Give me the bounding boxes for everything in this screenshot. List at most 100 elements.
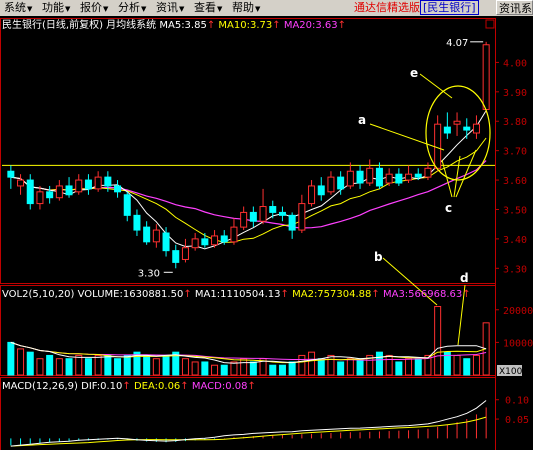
candle-up (405, 173, 413, 181)
dea-line (10, 416, 487, 447)
promo-stock[interactable]: [民生银行] (420, 0, 479, 15)
candle-up (55, 185, 63, 199)
menu-system[interactable]: 系统▼ (2, 1, 34, 15)
volume-bar (36, 358, 44, 376)
volume-bar (269, 364, 277, 376)
chevron-down-icon: ▼ (27, 5, 33, 13)
volume-bar (395, 361, 403, 376)
volume-title: VOL2(5,10,20) VOLUME:1630881.50 (2, 289, 184, 300)
volume-bar (191, 361, 199, 376)
menu-bar: 系统▼ 功能▼ 报价▼ 分析▼ 资讯▼ 查看▼ 帮助▼ 通达信精选版 [民生银行]… (0, 0, 533, 16)
volume-bar (317, 358, 325, 376)
volume-bar (75, 354, 83, 376)
candle-up (75, 179, 83, 193)
price-tick-label: 4.00 (503, 58, 527, 69)
promo-text: 通达信精选版 (354, 1, 420, 14)
volume-bar (240, 358, 248, 376)
annotation-c-label: c (445, 201, 452, 215)
candle-up (366, 167, 374, 184)
arrow-up-icon: ↑ (183, 289, 192, 300)
price-tick-label: 3.70 (503, 147, 527, 158)
volume-bar (346, 358, 354, 376)
annotation-e-label: e (410, 66, 418, 80)
volume-bar (434, 306, 442, 376)
menu-quote-label: 报价 (80, 1, 102, 14)
candle-up (327, 176, 335, 193)
volume-bar (152, 358, 160, 376)
candle-down (114, 185, 122, 193)
candle-down (104, 176, 112, 187)
candle-up (211, 235, 219, 246)
menu-function[interactable]: 功能▼ (40, 1, 72, 15)
price-tick-label: 3.50 (503, 205, 527, 216)
annotation-a-pointer (369, 123, 445, 151)
annotation-b-label: b (374, 250, 383, 264)
volume-bar (298, 354, 306, 376)
volume-bar (162, 354, 170, 376)
candle-up (152, 229, 160, 243)
candle-down (26, 179, 34, 205)
maximize-icon (485, 19, 495, 29)
volume-bar (7, 341, 15, 376)
candle-down (443, 126, 451, 134)
candle-down (65, 185, 73, 196)
menu-news[interactable]: 资讯▼ (154, 1, 186, 15)
price-tick-label: 3.60 (503, 176, 527, 187)
menu-analysis[interactable]: 分析▼ (116, 1, 148, 15)
candle-up (385, 173, 393, 184)
macd-tick-label: 0.05 (505, 415, 529, 426)
volume-bar (55, 358, 63, 376)
candle-down (288, 214, 296, 231)
menu-view[interactable]: 查看▼ (192, 1, 224, 15)
news-system-button[interactable]: 资讯系 (496, 0, 533, 15)
candle-up (191, 238, 199, 249)
volume-bar (278, 364, 286, 376)
candle-down (46, 191, 54, 199)
candle-down (278, 211, 286, 216)
candle-up (482, 44, 490, 110)
volume-bar (181, 358, 189, 376)
menu-quote[interactable]: 报价▼ (78, 1, 110, 15)
candle-down (356, 170, 364, 184)
volume-bar (211, 364, 219, 376)
candle-down (84, 179, 92, 190)
candle-up (259, 206, 267, 222)
candle-down (375, 167, 383, 187)
arrow-up-icon: ↑ (272, 20, 281, 31)
volume-bar (104, 354, 112, 376)
macd-panel-header: MACD(12,26,9) DIF:0.10↑ DEA:0.06↑ MACD:0… (2, 381, 256, 393)
candle-down (414, 173, 422, 178)
volume-bar (84, 358, 92, 376)
candle-down (123, 194, 131, 216)
chart-area[interactable]: 3.30 3.40 3.50 3.60 3.70 3.80 3.90 4.00 4.07 3.30… (0, 16, 533, 450)
volume-bar (453, 354, 461, 376)
candle-down (269, 206, 277, 213)
vol-ma1-value: MA1:1110504.13 (194, 289, 281, 300)
promo-banner[interactable]: 通达信精选版 [民生银行] (354, 0, 479, 16)
chevron-down-icon: ▼ (65, 5, 71, 13)
candle-up (308, 185, 316, 205)
volume-bar (249, 361, 257, 376)
menu-help[interactable]: 帮助▼ (230, 1, 262, 15)
ma20-value: MA20:3.63 (283, 20, 338, 31)
volume-bar (375, 351, 383, 376)
candle-up (230, 226, 238, 243)
menu-news-label: 资讯 (156, 1, 178, 14)
candle-down (249, 211, 257, 222)
arrow-up-icon: ↑ (371, 289, 380, 300)
volume-bar (230, 361, 238, 376)
arrow-up-icon: ↑ (280, 289, 289, 300)
menu-system-label: 系统 (4, 1, 26, 14)
volume-bar (94, 354, 102, 376)
volume-tick-label: 10000 (503, 338, 533, 349)
candle-up (181, 247, 189, 260)
candle-down (7, 170, 15, 178)
price-tick-label: 3.40 (503, 235, 527, 246)
menu-view-label: 查看 (194, 1, 216, 14)
high-price-label: 4.07 (446, 38, 468, 49)
arrow-up-icon: ↑ (247, 381, 256, 392)
volume-bar (385, 354, 393, 376)
volume-bar (123, 354, 131, 376)
price-tick-label: 3.90 (503, 88, 527, 99)
macd-title: MACD(12,26,9) DIF:0.10 (2, 381, 123, 392)
